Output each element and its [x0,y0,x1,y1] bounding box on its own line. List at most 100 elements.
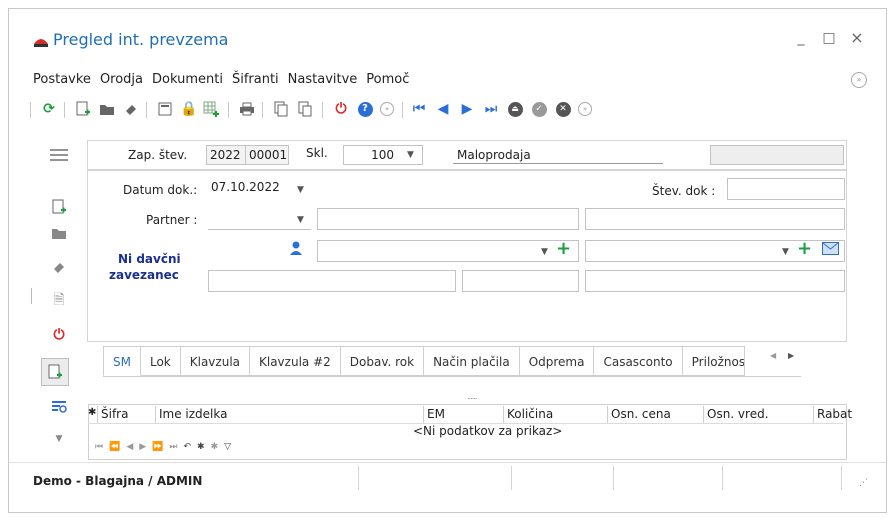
nav-next-icon[interactable]: ▶ [139,442,146,452]
address-field-3[interactable] [585,270,845,292]
zap-number-field[interactable]: 00001 [245,145,289,165]
eject-icon[interactable]: ⏏ [506,100,524,118]
zap-year-field[interactable]: 2022 [206,145,246,165]
toolbar: ⟳ 🔒 ⏻ ? » ⏮ ◀ ▶ ⏭ ⏏ ✓ ✕ » [30,100,730,122]
status-text: Demo - Blagajna / ADMIN [33,474,203,488]
side-new-document-icon[interactable] [48,196,70,218]
side-new-item-button[interactable] [41,358,69,386]
tab-casasconto[interactable]: Casasconto [594,346,683,376]
collapse-ribbon-icon[interactable]: » [851,72,867,88]
tab-dobav-rok[interactable]: Dobav. rok [340,346,425,376]
add-email-icon[interactable]: + [797,238,812,260]
minimize-button[interactable]: _ [792,30,810,46]
stev-dok-field[interactable] [727,178,845,200]
last-record-icon[interactable]: ⏭ [482,100,500,118]
grid-col-osn-cena[interactable]: Osn. cena [608,406,704,423]
status-divider-5 [841,466,842,490]
contact-chevron-icon[interactable]: ▼ [541,247,548,257]
partner-name-field[interactable] [317,208,579,230]
side-document-edit-icon[interactable]: 🗎 [48,290,70,312]
tab-nacin-placila[interactable]: Način plačila [424,346,520,376]
close-button[interactable]: × [848,28,866,47]
side-search-list-icon[interactable] [48,396,70,418]
new-document-icon[interactable] [74,100,92,118]
grid-col-rabat[interactable]: Rabat [814,406,852,423]
tab-scroll-left-icon[interactable]: ◀ [770,351,776,360]
address-field-2[interactable] [462,270,579,292]
expand-icon[interactable]: » [378,100,396,118]
datum-chevron-icon[interactable]: ▼ [297,185,304,195]
grid-header: ✱ Šifra Ime izdelka EM Količina Osn. cen… [88,406,852,424]
menu-pomoc[interactable]: Pomoč [366,72,409,87]
nav-next-page-icon[interactable]: ⏩ [152,442,163,452]
side-open-folder-icon[interactable] [48,222,70,244]
add-contact-icon[interactable]: + [556,238,571,260]
grid-col-marker: ✱ [88,406,98,423]
zap-stev-label: Zap. štev. [128,148,188,162]
tab-sm[interactable]: SM [103,346,141,376]
first-record-icon[interactable]: ⏮ [410,100,428,118]
ni-davcni-label-1: Ni davčni [118,252,181,266]
resize-grip-icon[interactable]: ⋰ [859,478,868,488]
nav-prev-icon[interactable]: ◀ [126,442,133,452]
nav-append-icon[interactable]: ✱ [211,442,219,452]
nav-insert-icon[interactable]: ✱ [197,442,205,452]
refresh-icon[interactable]: ⟳ [40,100,58,118]
side-power-icon[interactable]: ⏻ [48,324,70,346]
confirm-icon[interactable]: ✓ [530,100,548,118]
print-icon[interactable] [238,100,256,118]
menu-orodja[interactable]: Orodja [100,72,143,87]
grid-col-sifra[interactable]: Šifra [98,406,156,423]
hamburger-menu-icon[interactable] [48,144,70,166]
skl-chevron-icon[interactable]: ▼ [407,150,414,160]
partner-chevron-icon[interactable]: ▼ [297,215,304,225]
calculator-icon[interactable] [156,100,174,118]
tab-klavzula-2[interactable]: Klavzula #2 [250,346,341,376]
tab-scroll-right-icon[interactable]: ▶ [788,351,794,360]
menu-nastavitve[interactable]: Nastavitve [288,72,358,87]
datum-field[interactable]: 07.10.2022 [208,178,311,200]
eraser-icon[interactable] [122,100,140,118]
partner-extra-field[interactable] [585,208,845,230]
grid-col-em[interactable]: EM [424,406,504,423]
nav-first-icon[interactable]: ⏮ [95,442,103,452]
tab-klavzula[interactable]: Klavzula [180,346,250,376]
contact-select[interactable] [317,240,579,262]
grid-add-icon[interactable] [202,100,220,118]
nav-last-icon[interactable]: ⏭ [169,442,177,452]
email-icon[interactable] [822,242,840,259]
maximize-button[interactable]: □ [820,30,838,46]
menu-postavke[interactable]: Postavke [33,72,91,87]
grid-col-osn-vred[interactable]: Osn. vred. [704,406,814,423]
status-divider-2 [511,466,512,490]
grid-col-ime-izdelka[interactable]: Ime izdelka [156,406,424,423]
open-folder-icon[interactable] [98,100,116,118]
partner-select[interactable] [208,208,311,230]
more-icon[interactable]: » [576,100,594,118]
app-logo-icon [33,34,48,47]
tab-priloznost[interactable]: Priložnos [682,346,745,376]
power-icon[interactable]: ⏻ [332,100,350,118]
splitter-grip[interactable]: ...... [467,392,477,401]
address-field-1[interactable] [208,270,456,292]
tab-bar: SM Lok Klavzula Klavzula #2 Dobav. rok N… [103,346,745,376]
tab-lok[interactable]: Lok [140,346,181,376]
paste-document-icon[interactable] [296,100,314,118]
email-chevron-icon[interactable]: ▼ [782,247,789,257]
nav-undo-icon[interactable]: ↶ [184,442,192,452]
menu-dokumenti[interactable]: Dokumenti [152,72,223,87]
previous-record-icon[interactable]: ◀ [434,100,452,118]
copy-document-icon[interactable] [272,100,290,118]
person-icon[interactable] [289,241,303,258]
menu-sifranti[interactable]: Šifranti [232,72,279,87]
side-eraser-icon[interactable] [48,256,70,278]
side-more-chevron-icon[interactable]: ▼ [48,428,70,450]
grid-col-kolicina[interactable]: Količina [504,406,608,423]
tab-odprema[interactable]: Odprema [519,346,595,376]
lock-icon[interactable]: 🔒 [180,100,198,118]
nav-prev-page-icon[interactable]: ⏪ [109,442,120,452]
cancel-icon[interactable]: ✕ [554,100,572,118]
help-icon[interactable]: ? [356,100,374,118]
nav-filter-icon[interactable]: ▽ [224,442,231,452]
next-record-icon[interactable]: ▶ [458,100,476,118]
